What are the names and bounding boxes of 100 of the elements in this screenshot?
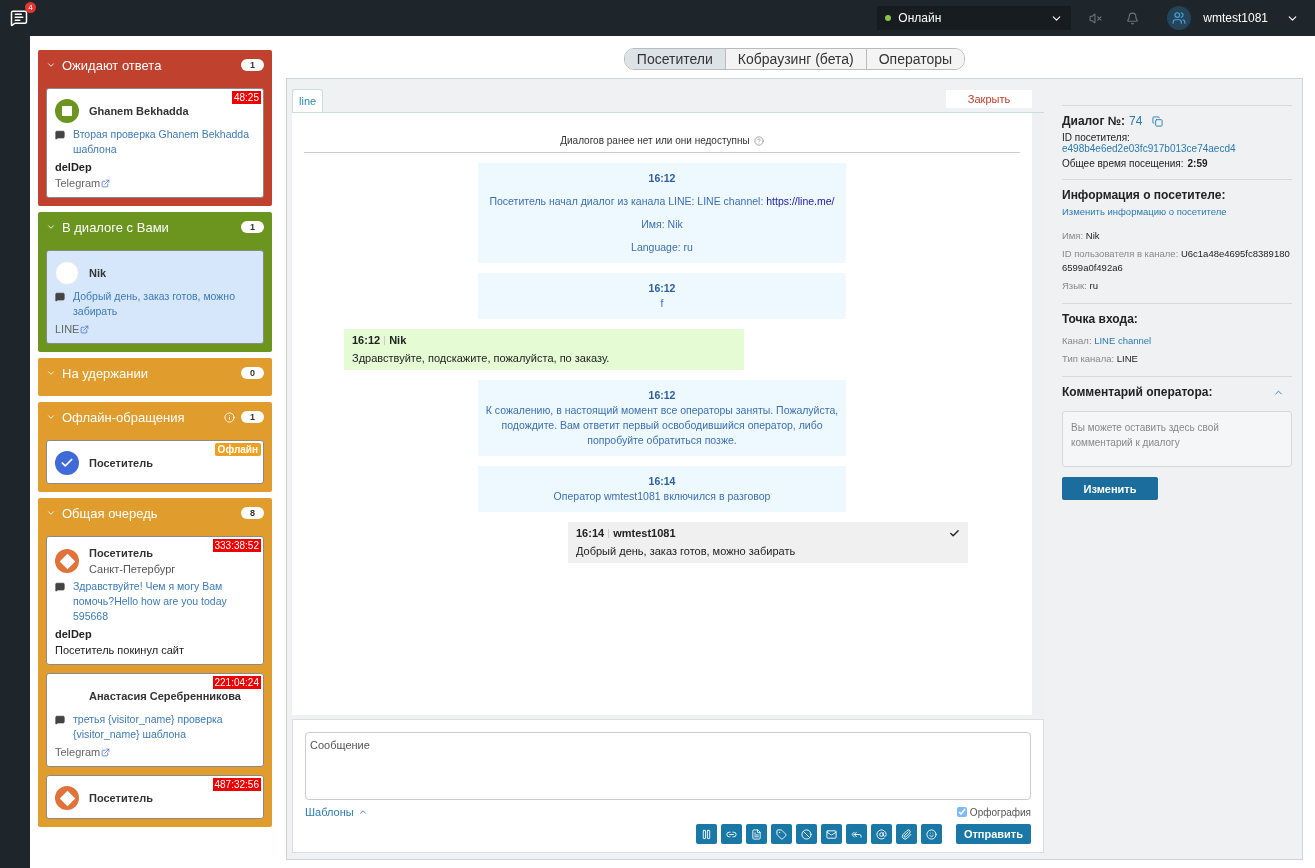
caret-icon bbox=[357, 807, 368, 817]
message-time: 16:12 bbox=[647, 388, 677, 403]
nav-tab[interactable]: Посетители bbox=[624, 49, 726, 69]
info-field: Канал: LINE channel bbox=[1062, 334, 1292, 348]
message-text: Добрый день, заказ готов, можно забирать bbox=[576, 545, 797, 557]
visitor-name: Анастасия Серебренникова bbox=[89, 690, 241, 702]
external-link-icon[interactable] bbox=[101, 178, 111, 188]
section-title[interactable]: В диалоге с Вами bbox=[62, 219, 235, 235]
user-name[interactable]: wmtest1081 bbox=[1203, 11, 1268, 25]
wait-timer: 487:32:56 bbox=[212, 778, 261, 791]
visitor-name: Посетитель bbox=[89, 792, 153, 804]
message-text: Оператор wmtest1081 включился в разговор bbox=[552, 489, 772, 504]
message-author: Nik bbox=[389, 334, 408, 346]
help-icon[interactable] bbox=[753, 135, 764, 146]
chevron-icon[interactable] bbox=[46, 508, 56, 518]
smile-icon[interactable] bbox=[920, 824, 942, 844]
message-time: 16:14 bbox=[647, 474, 677, 489]
last-message: Добрый день, заказ готов, можно забирать bbox=[73, 289, 236, 319]
wait-timer: 221:04:24 bbox=[212, 676, 261, 689]
reply-all-icon[interactable] bbox=[845, 824, 867, 844]
at-sign-icon[interactable] bbox=[870, 824, 892, 844]
count-badge: 8 bbox=[241, 507, 264, 519]
last-message: третья {visitor_name} проверка {visitor_name} шаблона bbox=[73, 712, 224, 742]
department: delDep bbox=[55, 628, 93, 640]
copy-icon[interactable] bbox=[1152, 115, 1164, 127]
mail-icon[interactable] bbox=[820, 824, 842, 844]
external-link-icon[interactable] bbox=[80, 324, 90, 334]
section-title[interactable]: Ожидают ответа bbox=[62, 57, 235, 73]
chevron-icon[interactable] bbox=[46, 412, 56, 422]
templates-button[interactable]: Шаблоны bbox=[305, 806, 368, 818]
nav-tab[interactable]: Операторы bbox=[866, 49, 965, 69]
visitor-card[interactable]: 221:04:24 Анастасия Серебренникова третья {visitor_name} проверка {visitor_name} шаблона Telegram bbox=[46, 673, 264, 767]
message-text: Language: ru bbox=[630, 240, 694, 255]
visitor-card[interactable]: 333:38:52 Посетитель Санкт-Петербург Здравствуйте! Чем я могу Вам помочь?Hello how are you today 595668 delDep Посетитель покинул сайт bbox=[46, 536, 264, 665]
info-field: Тип канала: LINE bbox=[1062, 352, 1292, 366]
visitor-card[interactable]: Nik Добрый день, заказ готов, можно забирать LINE bbox=[46, 250, 264, 344]
tag-icon[interactable] bbox=[770, 824, 792, 844]
chevron-icon[interactable] bbox=[46, 368, 56, 378]
count-badge: 1 bbox=[241, 411, 264, 423]
channel-name: LINE bbox=[55, 323, 80, 335]
visitor-city: Санкт-Петербург bbox=[89, 563, 176, 575]
channel-name: Telegram bbox=[55, 177, 101, 189]
visitor-card[interactable]: 48:25 Ghanem Bekhadda Вторая проверка Ghanem Bekhadda шаблона delDep Telegram bbox=[46, 88, 264, 198]
change-button[interactable]: Изменить bbox=[1062, 477, 1158, 500]
message-input[interactable]: Сообщение bbox=[305, 732, 1031, 800]
dialog-number: 74 bbox=[1129, 114, 1143, 128]
visit-time: 2:59 bbox=[1187, 158, 1208, 169]
info-field: Язык: ru bbox=[1062, 279, 1292, 293]
message-text: Посетитель начал диалог из канала LINE: LINE channel: https://line.me/ bbox=[488, 194, 836, 209]
visitor-name: Ghanem Bekhadda bbox=[89, 105, 189, 117]
channel-link[interactable]: https://line.me/ bbox=[766, 195, 835, 207]
section-heading: Комментарий оператора: bbox=[1062, 385, 1213, 399]
offline-badge: Офлайн bbox=[214, 443, 261, 456]
bell-icon[interactable] bbox=[1126, 11, 1140, 25]
message-time: 16:12 bbox=[647, 281, 677, 296]
info-field: ID пользователя в канале: U6c1a48e4695fc83891806599a0f492a6 bbox=[1062, 247, 1292, 275]
visitor-name: Nik bbox=[89, 267, 107, 279]
message-text: Здравствуйте, подскажите, пожалуйста, по заказу. bbox=[352, 352, 611, 364]
chat-icon[interactable] bbox=[10, 9, 28, 27]
paperclip-icon[interactable] bbox=[895, 824, 917, 844]
visitor-card[interactable]: 487:32:56 Посетитель bbox=[46, 775, 264, 819]
message-time: 16:12 bbox=[647, 171, 677, 186]
visitor-card[interactable]: Офлайн Посетитель bbox=[46, 440, 264, 484]
user-avatar-icon[interactable] bbox=[1167, 6, 1192, 30]
spellcheck-checkbox[interactable] bbox=[956, 807, 967, 817]
mute-icon[interactable] bbox=[1089, 11, 1103, 25]
notification-badge: 4 bbox=[25, 2, 36, 13]
count-badge: 1 bbox=[241, 59, 264, 71]
message-icon bbox=[55, 130, 65, 140]
visitor-name: Посетитель bbox=[89, 547, 154, 559]
wait-timer: 333:38:52 bbox=[212, 539, 261, 552]
chevron-icon[interactable] bbox=[46, 60, 56, 70]
block-icon[interactable] bbox=[795, 824, 817, 844]
wait-timer: 48:25 bbox=[231, 91, 261, 104]
history-note: Диалогов ранее нет или они недоступны bbox=[560, 135, 750, 146]
message-text: К сожалению, в настоящий момент все операторы заняты. Пожалуйста, подождите. Вам ответит первый освободившийся оператор, либо попробуйте обратиться позже. bbox=[484, 403, 840, 448]
chevron-icon[interactable] bbox=[46, 222, 56, 232]
message-icon bbox=[55, 292, 65, 302]
department: delDep bbox=[55, 161, 93, 173]
link-icon[interactable] bbox=[720, 824, 742, 844]
visitor-id: e498b4e6ed2e03fc917b013ce74aecd4 bbox=[1062, 143, 1237, 154]
section-heading: Информация о посетителе: bbox=[1062, 188, 1227, 202]
spellcheck-label: Орфография bbox=[969, 806, 1031, 818]
document-icon[interactable] bbox=[745, 824, 767, 844]
count-badge: 1 bbox=[241, 221, 264, 233]
message-icon bbox=[55, 582, 65, 592]
dialog-tab[interactable]: line bbox=[292, 89, 324, 112]
external-link-icon[interactable] bbox=[101, 747, 111, 757]
pause-icon[interactable] bbox=[695, 824, 717, 844]
status-select[interactable]: Онлайн bbox=[877, 6, 1072, 30]
comment-field[interactable]: Вы можете оставить здесь свой комментарий к диалогу bbox=[1062, 411, 1292, 467]
edit-link[interactable]: Изменить информацию о посетителе bbox=[1062, 206, 1292, 217]
dialog-label: Диалог №: bbox=[1062, 114, 1126, 128]
message-text: f bbox=[659, 296, 665, 311]
message-icon bbox=[55, 715, 65, 725]
section-heading: Точка входа: bbox=[1062, 312, 1139, 326]
nav-tab[interactable]: Кобраузинг (бета) bbox=[725, 49, 867, 69]
visitor-status: Посетитель покинул сайт bbox=[55, 644, 185, 656]
close-button[interactable]: Закрыть bbox=[946, 90, 1032, 108]
send-button[interactable]: Отправить bbox=[955, 824, 1031, 844]
